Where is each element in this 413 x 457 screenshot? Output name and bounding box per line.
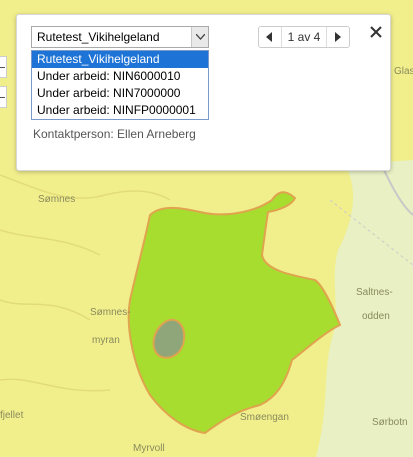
close-popup-button[interactable] (368, 24, 384, 40)
layer-select-dropdown: Rutetest_Vikihelgeland Under arbeid: NIN… (31, 50, 209, 120)
next-feature-button[interactable] (326, 27, 349, 47)
feature-info-popup: Rutetest_Vikihelgeland Rutetest_Vikihelg… (16, 14, 391, 171)
caret-left-icon (266, 32, 272, 42)
pager-counter: 1 av 4 (287, 30, 321, 44)
contact-person-text: Kontaktperson: Ellen Arneberg (33, 127, 196, 141)
map-label-saltnesodden-1: Saltnes- (356, 287, 393, 298)
caret-right-icon (335, 32, 341, 42)
layer-select[interactable]: Rutetest_Vikihelgeland (31, 26, 209, 48)
previous-feature-button[interactable] (259, 27, 282, 47)
close-icon (370, 26, 382, 38)
map-label-somnes: Sømnes (38, 194, 75, 205)
map-label-sorbotn: Sørbotn (372, 417, 408, 428)
map-label-fjellet: fjellet (0, 410, 24, 421)
dropdown-option[interactable]: Under arbeid: NIN6000010 (32, 68, 208, 85)
feature-pager: 1 av 4 (258, 26, 350, 48)
zoom-out-button[interactable] (0, 86, 7, 108)
dropdown-option[interactable]: Rutetest_Vikihelgeland (32, 51, 208, 68)
map-label-glas: Glas (394, 66, 413, 77)
zoom-in-button[interactable] (0, 56, 7, 78)
map-label-somnes-myran-1: Sømnes- (90, 307, 131, 318)
map-label-myrvoll: Myrvoll (133, 443, 165, 454)
chevron-down-icon[interactable] (191, 27, 208, 47)
map-label-somnes-myran-2: myran (92, 335, 120, 346)
map-label-saltnesodden-2: odden (362, 311, 390, 322)
map-label-smoengan: Smøengan (240, 412, 289, 423)
dropdown-option[interactable]: Under arbeid: NINFP0000001 (32, 102, 208, 119)
layer-select-value: Rutetest_Vikihelgeland (37, 30, 160, 44)
dropdown-option[interactable]: Under arbeid: NIN7000000 (32, 85, 208, 102)
